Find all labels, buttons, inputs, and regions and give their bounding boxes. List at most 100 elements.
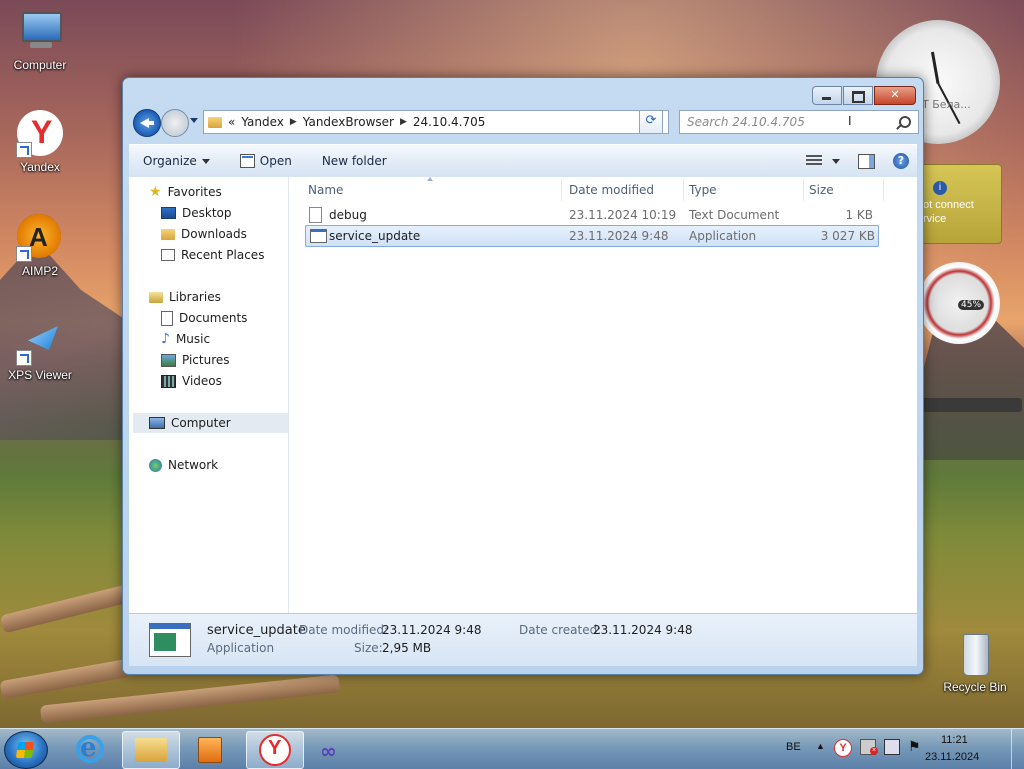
- file-date-modified: 23.11.2024 9:48: [569, 229, 669, 243]
- taskbar-windows-explorer[interactable]: [122, 731, 180, 769]
- network-tray-icon[interactable]: [884, 739, 900, 755]
- column-divider[interactable]: [883, 179, 884, 201]
- details-file-name: service_update: [207, 623, 306, 638]
- change-view-button[interactable]: [806, 155, 840, 167]
- recent-pages-dropdown[interactable]: [190, 118, 198, 123]
- folder-icon: [208, 116, 222, 128]
- nav-item-pictures[interactable]: Pictures: [161, 350, 230, 370]
- column-header-size[interactable]: Size: [809, 183, 834, 197]
- nav-label: Recent Places: [181, 248, 265, 262]
- clock-hour-hand: [930, 51, 940, 84]
- nav-item-videos[interactable]: Videos: [161, 371, 222, 391]
- open-button[interactable]: Open: [230, 145, 302, 177]
- help-icon[interactable]: ?: [893, 153, 909, 169]
- explorer-window[interactable]: ✕ « Yandex ▶ YandexBrowser ▶ 24.10.4.705…: [122, 77, 924, 675]
- column-divider[interactable]: [803, 179, 804, 201]
- organize-label: Organize: [143, 154, 197, 168]
- clock-date[interactable]: 23.11.2024: [925, 751, 979, 763]
- breadcrumb-overflow[interactable]: «: [228, 115, 235, 129]
- desktop-icon-yandex[interactable]: Y Yandex: [0, 110, 80, 174]
- open-label: Open: [259, 154, 292, 168]
- preview-pane-icon[interactable]: [858, 153, 875, 169]
- file-date-modified: 23.11.2024 10:19: [569, 208, 677, 222]
- aimp-icon: A: [16, 214, 64, 262]
- taskbar-app[interactable]: ∞: [308, 731, 364, 767]
- close-button[interactable]: ✕: [874, 86, 916, 105]
- show-hidden-icons-button[interactable]: ▲: [816, 741, 825, 751]
- desktop-icon-computer[interactable]: Computer: [0, 8, 80, 72]
- yandex-tray-icon[interactable]: Y: [834, 739, 852, 757]
- nav-libraries[interactable]: Libraries: [149, 287, 221, 307]
- infinity-icon: ∞: [320, 739, 337, 763]
- weather-status-line: rvice: [923, 213, 947, 225]
- file-row-debug[interactable]: debug 23.11.2024 10:19 Text Document 1 K…: [305, 205, 877, 225]
- search-placeholder: Search 24.10.4.705: [687, 115, 805, 129]
- chevron-down-icon: [201, 158, 210, 164]
- taskbar: e Y ∞ BE ▲ Y × ⚑ 11:21 23.11.2024: [0, 728, 1024, 769]
- action-center-flag-icon[interactable]: ⚑: [908, 738, 921, 755]
- column-header-date-modified[interactable]: Date modified: [569, 183, 654, 197]
- breadcrumb-yandexbrowser[interactable]: YandexBrowser: [303, 115, 394, 129]
- file-row-service-update[interactable]: service_update 23.11.2024 9:48 Applicati…: [305, 225, 879, 247]
- nav-computer[interactable]: Computer: [133, 413, 288, 433]
- taskbar-internet-explorer[interactable]: e: [62, 731, 118, 767]
- weather-gadget[interactable]: i ot connect rvice: [916, 164, 1002, 244]
- forward-button[interactable]: [161, 109, 189, 137]
- desktop-icon-label: Computer: [13, 58, 67, 72]
- network-icon: [149, 458, 162, 472]
- nav-item-desktop[interactable]: Desktop: [161, 203, 232, 223]
- maximize-button[interactable]: [843, 86, 873, 105]
- nav-item-recent-places[interactable]: Recent Places: [161, 245, 264, 265]
- column-header-name[interactable]: Name: [308, 183, 343, 197]
- details-size-label: Size:: [354, 641, 383, 655]
- taskbar-media-player[interactable]: [182, 731, 238, 767]
- text-cursor-icon: I: [848, 114, 852, 128]
- nav-label: Music: [175, 332, 211, 346]
- nav-item-downloads[interactable]: Downloads: [161, 224, 247, 244]
- nav-item-documents[interactable]: Documents: [161, 308, 247, 328]
- show-desktop-button[interactable]: [1011, 729, 1024, 769]
- command-bar: Organize Open New folder ?: [129, 144, 917, 178]
- taskbar-yandex-browser[interactable]: Y: [246, 731, 304, 769]
- search-box[interactable]: Search 24.10.4.705 I: [679, 110, 919, 134]
- cpu-meter-gadget[interactable]: 45%: [918, 262, 1000, 344]
- wallpaper-fence: [0, 658, 131, 700]
- yandex-browser-icon: Y: [16, 110, 64, 158]
- organize-button[interactable]: Organize: [129, 145, 220, 177]
- shortcut-arrow-icon: [16, 142, 32, 158]
- start-button[interactable]: [4, 731, 48, 769]
- sort-ascending-icon: [427, 177, 433, 181]
- back-button[interactable]: [133, 109, 161, 137]
- column-divider[interactable]: [561, 179, 562, 201]
- desktop-icon-label: Recycle Bin: [943, 680, 1007, 694]
- minimize-button[interactable]: [812, 86, 842, 105]
- nav-label: Documents: [179, 311, 248, 325]
- nav-favorites[interactable]: ★ Favorites: [149, 182, 222, 202]
- column-header-type[interactable]: Type: [689, 183, 717, 197]
- breadcrumb-yandex[interactable]: Yandex: [241, 115, 284, 129]
- computer-icon: [149, 417, 165, 429]
- clock-time[interactable]: 11:21: [941, 734, 968, 746]
- open-icon: [239, 154, 255, 168]
- nav-label: Desktop: [182, 206, 232, 220]
- file-type: Application: [689, 229, 757, 243]
- weather-status-line: ot connect: [923, 199, 974, 211]
- breadcrumb-separator-icon[interactable]: ▶: [290, 117, 297, 127]
- nav-network[interactable]: Network: [149, 455, 218, 475]
- new-folder-button[interactable]: New folder: [312, 145, 397, 177]
- desktop-icon-aimp2[interactable]: A AIMP2: [0, 214, 80, 278]
- breadcrumb-version-folder[interactable]: 24.10.4.705: [413, 115, 486, 129]
- details-date-created: 23.11.2024 9:48: [593, 623, 693, 637]
- desktop-icon-recycle-bin[interactable]: Recycle Bin: [935, 630, 1015, 694]
- desktop-icon-xps-viewer[interactable]: XPS Viewer: [0, 318, 80, 382]
- search-icon[interactable]: [899, 116, 911, 128]
- breadcrumb-separator-icon[interactable]: ▶: [400, 117, 407, 127]
- address-bar[interactable]: « Yandex ▶ YandexBrowser ▶ 24.10.4.705: [203, 110, 669, 134]
- nav-item-music[interactable]: ♪ Music: [161, 329, 210, 349]
- file-name: service_update: [329, 229, 421, 243]
- language-indicator[interactable]: BE: [786, 741, 801, 753]
- details-date-modified-label: Date modified:: [299, 623, 389, 637]
- refresh-button[interactable]: ⟳: [639, 110, 663, 134]
- column-divider[interactable]: [683, 179, 684, 201]
- gadget-control-bar[interactable]: [922, 398, 1022, 412]
